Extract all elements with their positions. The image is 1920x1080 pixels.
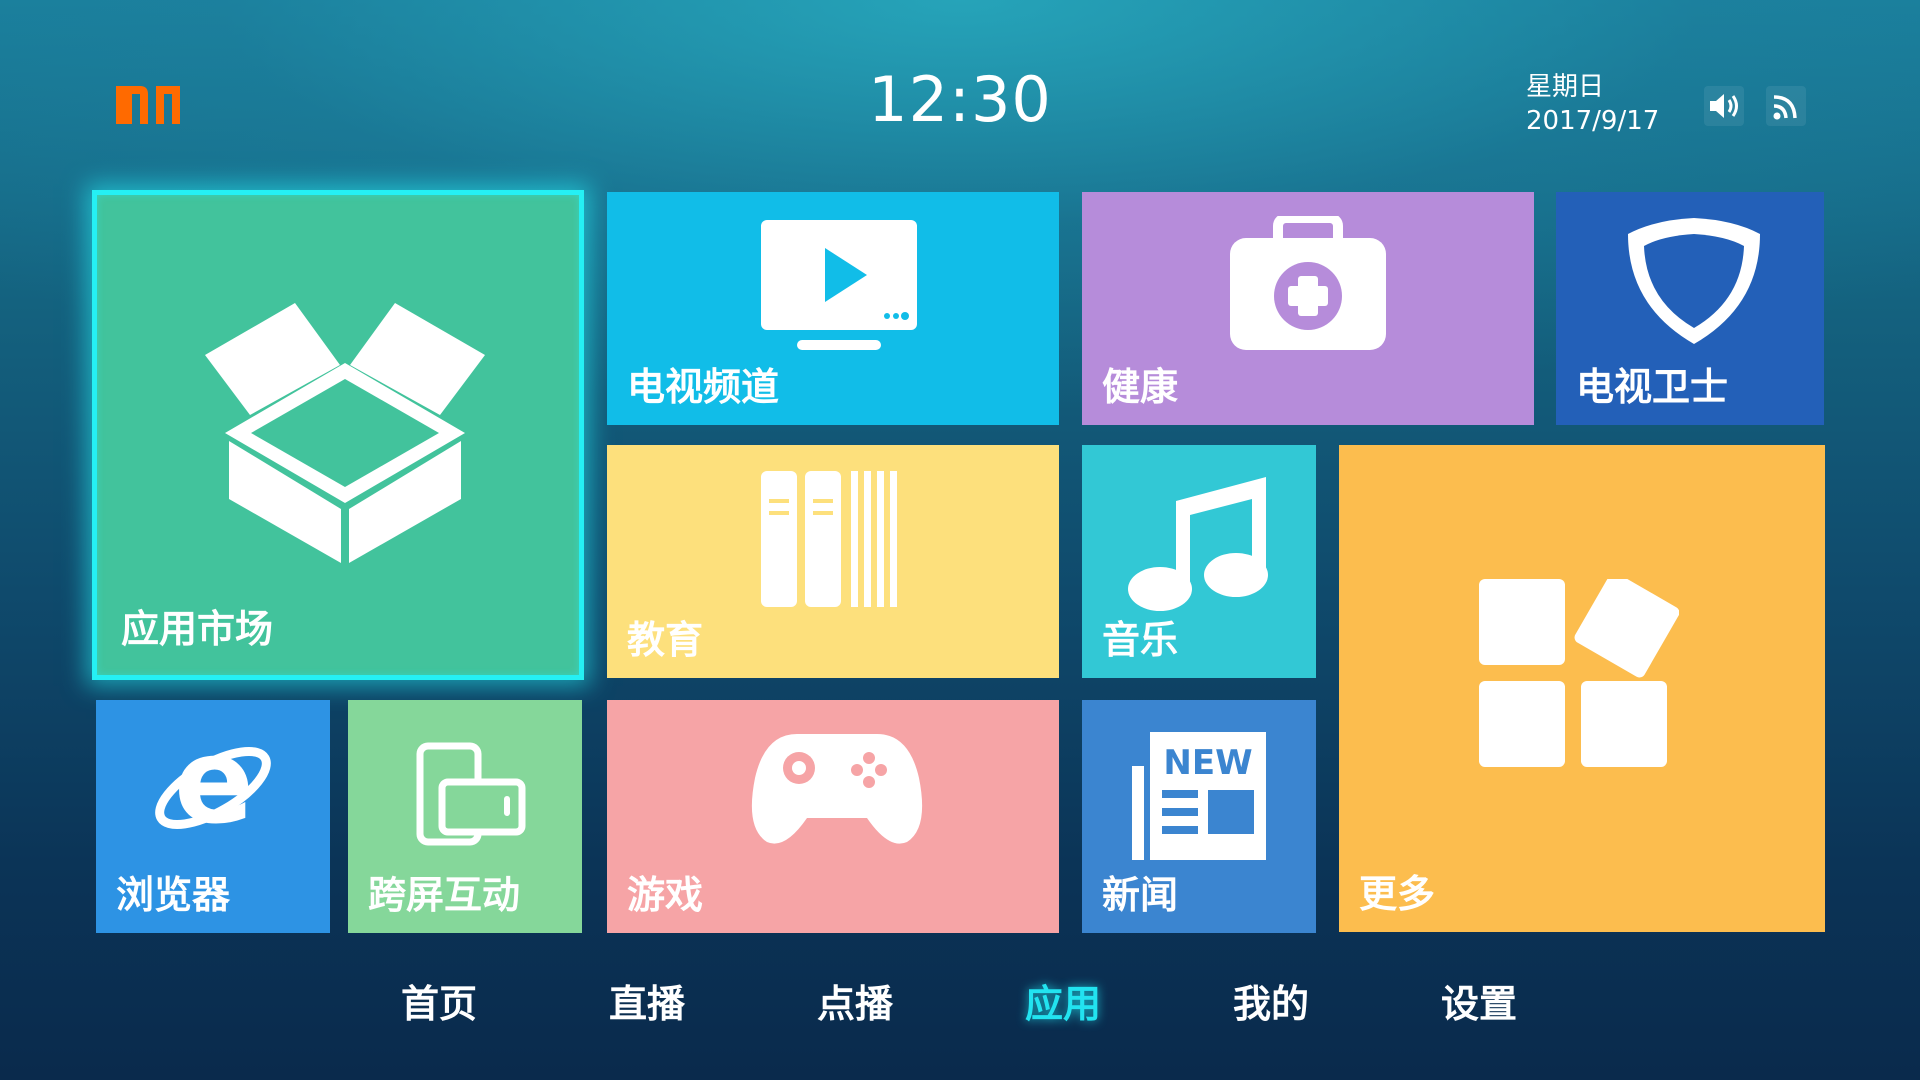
volume-icon[interactable]	[1702, 84, 1746, 128]
svg-text:e: e	[174, 724, 254, 848]
tile-label: 浏览器	[116, 873, 231, 917]
tile-browser[interactable]: e 浏览器	[96, 700, 330, 933]
tv-launcher-screen: 12:30 星期日 2017/9/17 应用市场 电视频道 健康 电视卫士 教育…	[0, 0, 1920, 1080]
nav-mine[interactable]: 我的	[1201, 976, 1341, 1032]
tile-label: 电视卫士	[1576, 365, 1729, 409]
tile-games[interactable]: 游戏	[607, 700, 1059, 933]
tile-label: 教育	[627, 618, 704, 662]
tile-tv-guard[interactable]: 电视卫士	[1556, 192, 1824, 425]
tile-app-market[interactable]: 应用市场	[92, 190, 584, 680]
music-note-icon	[1124, 465, 1274, 619]
cast-icon[interactable]	[1764, 84, 1808, 128]
devices-icon	[416, 742, 526, 850]
tile-education[interactable]: 教育	[607, 445, 1059, 678]
gamepad-icon	[747, 728, 927, 852]
nav-live[interactable]: 直播	[577, 976, 717, 1032]
tile-label: 新闻	[1102, 873, 1179, 917]
grid-icon	[1479, 572, 1680, 783]
books-icon	[759, 469, 909, 613]
box-icon	[205, 303, 485, 567]
tile-label: 应用市场	[121, 607, 274, 651]
date-label: 2017/9/17	[1526, 106, 1660, 136]
tile-label: 电视频道	[627, 365, 780, 409]
date-display: 星期日 2017/9/17	[1526, 70, 1666, 138]
tile-music[interactable]: 音乐	[1082, 445, 1316, 678]
tile-label: 音乐	[1102, 618, 1179, 662]
mi-logo	[114, 82, 186, 128]
medical-kit-icon	[1228, 213, 1388, 356]
nav-home[interactable]: 首页	[369, 976, 509, 1032]
shield-icon	[1626, 216, 1762, 350]
bottom-nav: 首页 直播 点播 应用 我的 设置	[0, 976, 1920, 1036]
ie-browser-icon: e	[148, 712, 278, 852]
tile-tv-channel[interactable]: 电视频道	[607, 192, 1059, 425]
nav-apps[interactable]: 应用	[993, 976, 1133, 1032]
tile-label: 游戏	[627, 873, 704, 917]
newspaper-icon: NEW	[1130, 722, 1270, 866]
nav-vod[interactable]: 点播	[785, 976, 925, 1032]
clock-time: 12:30	[868, 63, 1052, 136]
weekday-label: 星期日	[1526, 72, 1605, 102]
tile-health[interactable]: 健康	[1082, 192, 1534, 425]
nav-settings[interactable]: 设置	[1409, 976, 1549, 1032]
news-icon-text: NEW	[1163, 743, 1252, 783]
tv-play-icon	[759, 218, 919, 358]
tile-news[interactable]: NEW 新闻	[1082, 700, 1316, 933]
tile-more[interactable]: 更多	[1339, 445, 1825, 932]
tile-label: 更多	[1359, 872, 1436, 916]
tile-cross-screen[interactable]: 跨屏互动	[348, 700, 582, 933]
tile-label: 跨屏互动	[368, 873, 521, 917]
tile-label: 健康	[1102, 365, 1179, 409]
